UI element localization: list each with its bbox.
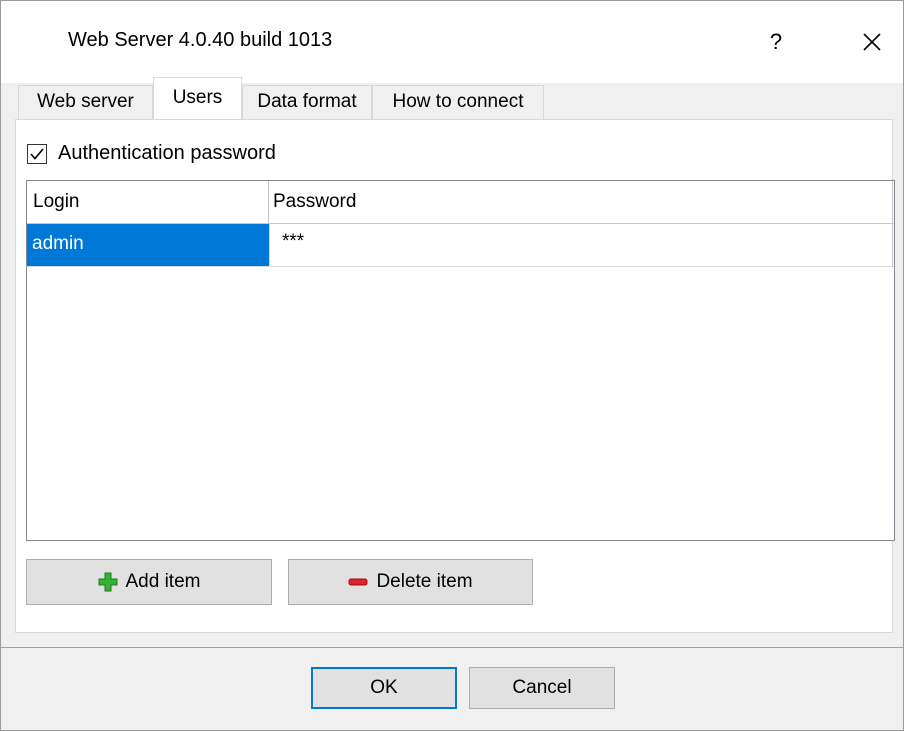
add-item-button[interactable]: Add item: [26, 559, 272, 605]
grid-column-divider: [892, 181, 893, 267]
add-item-label: Add item: [125, 571, 201, 592]
tab-users[interactable]: Users: [153, 77, 242, 119]
cell-login[interactable]: admin: [27, 224, 269, 266]
plus-icon: [98, 572, 117, 592]
auth-password-label[interactable]: Authentication password: [58, 142, 276, 165]
ok-button[interactable]: OK: [311, 667, 457, 709]
tab-data-format[interactable]: Data format: [242, 85, 372, 119]
column-header-login[interactable]: Login: [27, 181, 269, 223]
table-row[interactable]: admin ***: [27, 224, 894, 267]
footer-separator: [1, 647, 903, 648]
auth-password-checkbox[interactable]: [27, 144, 47, 164]
close-icon: [863, 33, 881, 51]
cancel-button[interactable]: Cancel: [469, 667, 615, 709]
tab-how-to-connect[interactable]: How to connect: [372, 85, 544, 119]
grid-header: Login Password: [27, 181, 894, 224]
tab-web-server[interactable]: Web server: [18, 85, 153, 119]
title-bar: Web Server 4.0.40 build 1013 ?: [1, 1, 903, 83]
help-button[interactable]: ?: [753, 19, 799, 65]
close-button[interactable]: [849, 19, 895, 65]
minus-icon: [348, 578, 368, 586]
window-title: Web Server 4.0.40 build 1013: [68, 29, 333, 51]
checkmark-icon: [30, 148, 44, 160]
dialog-window: Web Server 4.0.40 build 1013 ? Web serve…: [0, 0, 904, 731]
cell-password[interactable]: ***: [269, 224, 893, 266]
delete-item-label: Delete item: [376, 571, 473, 592]
users-grid[interactable]: Login Password admin ***: [26, 180, 895, 541]
delete-item-button[interactable]: Delete item: [288, 559, 533, 605]
column-header-password[interactable]: Password: [269, 181, 893, 223]
